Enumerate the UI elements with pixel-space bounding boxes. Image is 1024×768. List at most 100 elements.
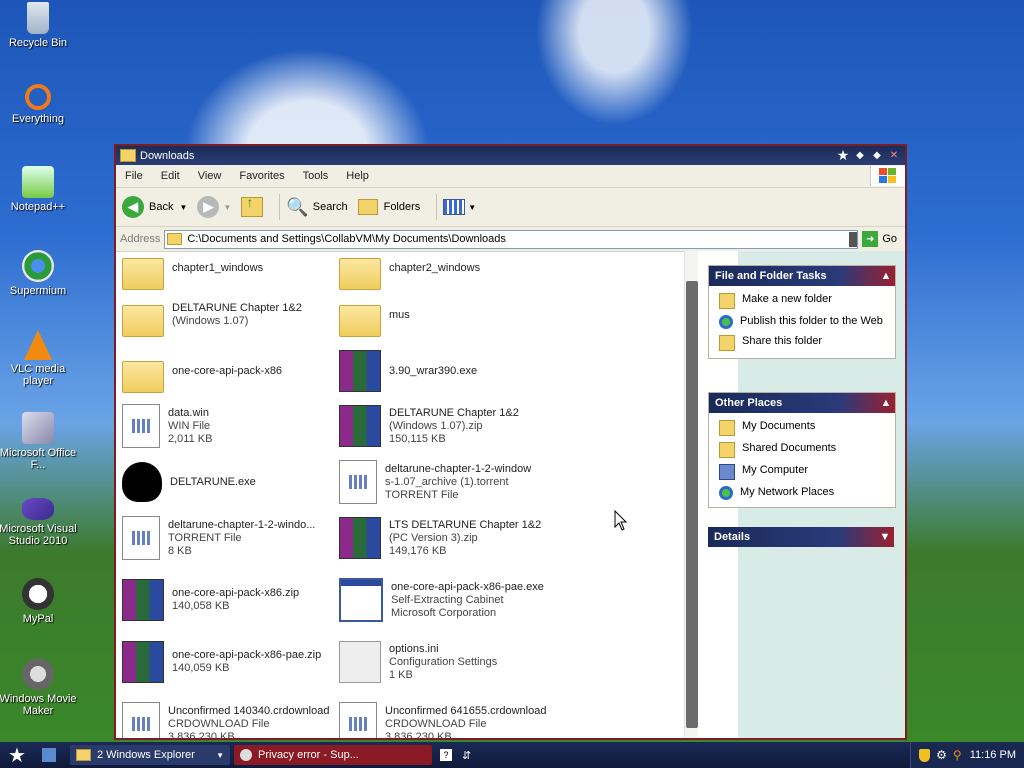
file-text: one-core-api-pack-x86-pae.zip 140,059 KB: [172, 649, 321, 675]
menu-help[interactable]: Help: [337, 170, 378, 182]
place-my-computer[interactable]: My Computer: [709, 461, 895, 483]
clock: 11:16 PM: [969, 749, 1016, 761]
menu-file[interactable]: File: [116, 170, 152, 182]
help-icon[interactable]: ?: [440, 749, 452, 761]
desktop-icon-notepadpp[interactable]: Notepad++: [0, 166, 78, 213]
file-text: options.ini Configuration Settings 1 KB: [389, 643, 497, 682]
everything-icon: [25, 84, 51, 110]
desktop-icon-movie-maker[interactable]: Windows Movie Maker: [0, 658, 78, 717]
panel-header[interactable]: File and Folder Tasks ▲: [709, 266, 895, 286]
folder-icon: [120, 149, 136, 162]
search-icon[interactable]: ⚲: [953, 748, 962, 762]
file-item[interactable]: Unconfirmed 641655.crdownload CRDOWNLOAD …: [339, 699, 554, 738]
file-item[interactable]: one-core-api-pack-x86-pae.zip 140,059 KB: [122, 637, 337, 687]
file-detail: 2,011 KB: [168, 432, 213, 445]
collapse-icon[interactable]: ▲: [877, 270, 895, 282]
desktop-icon-label: Supermium: [9, 285, 67, 297]
file-detail: Microsoft Corporation: [391, 606, 497, 619]
file-item[interactable]: mus: [339, 290, 554, 340]
file-name: deltarune-chapter-1-2-window: [385, 462, 532, 475]
dropdown-arrow-icon[interactable]: [849, 231, 858, 247]
place-my-documents[interactable]: My Documents: [709, 417, 895, 439]
file-item[interactable]: deltarune-chapter-1-2-windo... TORRENT Fi…: [122, 513, 337, 563]
go-button[interactable]: ➜ Go: [862, 231, 897, 247]
chevron-down-icon[interactable]: ▼: [179, 203, 187, 212]
desktop-icon-mypal[interactable]: MyPal: [0, 578, 78, 625]
file-name: one-core-api-pack-x86.zip: [172, 587, 300, 599]
forward-arrow-icon: ▶: [197, 196, 220, 218]
desktop-icon-recycle-bin[interactable]: Recycle Bin: [0, 2, 78, 49]
task-share-folder[interactable]: Share this folder: [709, 332, 895, 354]
heart-file-icon: [122, 462, 162, 502]
panel-title: Details: [714, 531, 751, 543]
menu-tools[interactable]: Tools: [294, 170, 338, 182]
chevron-down-icon[interactable]: ▼: [223, 203, 231, 212]
file-item[interactable]: LTS DELTARUNE Chapter 1&2 (PC Version 3).…: [339, 513, 554, 563]
file-item[interactable]: 3.90_wrar390.exe: [339, 346, 554, 396]
panel-header[interactable]: Details ▼: [708, 527, 894, 547]
file-detail: 140,058 KB: [172, 600, 230, 612]
desktop-icon-office[interactable]: Microsoft Office F...: [0, 412, 78, 471]
address-input[interactable]: C:\Documents and Settings\CollabVM\My Do…: [164, 229, 859, 249]
place-label: My Network Places: [740, 486, 835, 498]
address-label: Address: [120, 233, 161, 245]
file-item[interactable]: DELTARUNE Chapter 1&2 (Windows 1.07): [122, 290, 337, 340]
minimize-button[interactable]: ◆: [853, 149, 867, 163]
file-detail: s-1.07_archive (1).torrent: [385, 475, 509, 488]
file-item[interactable]: deltarune-chapter-1-2-window s-1.07_archi…: [339, 457, 554, 507]
file-text: LTS DELTARUNE Chapter 1&2 (PC Version 3).…: [389, 519, 541, 558]
expand-icon[interactable]: ▼: [876, 531, 894, 543]
folders-button[interactable]: Folders: [357, 199, 420, 215]
collapse-icon[interactable]: ▲: [877, 397, 895, 409]
maximize-button[interactable]: ◆: [870, 149, 884, 163]
file-name: data.win: [168, 406, 209, 419]
desktop-icon-visual-studio[interactable]: Microsoft Visual Studio 2010: [0, 498, 78, 547]
close-button[interactable]: ✕: [887, 149, 901, 163]
menu-view[interactable]: View: [189, 170, 231, 182]
menu-edit[interactable]: Edit: [152, 170, 189, 182]
forward-button[interactable]: ▶ ▼: [197, 196, 231, 218]
file-item[interactable]: chapter2_windows: [339, 251, 554, 293]
file-item[interactable]: options.ini Configuration Settings 1 KB: [339, 637, 554, 687]
share-folder-icon: [719, 335, 735, 351]
file-item[interactable]: DELTARUNE.exe: [122, 457, 337, 507]
vertical-scrollbar[interactable]: [684, 251, 699, 738]
menu-favorites[interactable]: Favorites: [230, 170, 293, 182]
place-shared-documents[interactable]: Shared Documents: [709, 439, 895, 461]
place-label: My Computer: [742, 464, 809, 476]
settings-gear-icon[interactable]: ⚙: [936, 748, 947, 762]
quick-launch-icon[interactable]: ⇵: [462, 749, 471, 762]
file-text: DELTARUNE.exe: [170, 476, 256, 489]
views-icon: [443, 199, 466, 215]
file-item[interactable]: one-core-api-pack-x86-pae.exe Self-Extrac…: [339, 575, 554, 625]
file-item[interactable]: chapter1_windows: [122, 251, 337, 293]
file-item[interactable]: Unconfirmed 140340.crdownload CRDOWNLOAD …: [122, 699, 337, 738]
desktop-icon-supermium[interactable]: Supermium: [0, 250, 78, 297]
file-detail: (Windows 1.07).zip: [389, 419, 483, 432]
place-my-network[interactable]: My Network Places: [709, 483, 895, 503]
scrollbar-thumb[interactable]: [686, 281, 698, 728]
star-icon: ★: [836, 147, 850, 163]
task-make-new-folder[interactable]: Make a new folder: [709, 290, 895, 312]
taskbar-explorer-group[interactable]: 2 Windows Explorer ▼: [70, 745, 230, 765]
start-button[interactable]: ★: [0, 742, 34, 768]
desktop-icon-everything[interactable]: Everything: [0, 84, 78, 125]
desktop-icon-vlc[interactable]: VLC media player: [0, 330, 78, 387]
back-button[interactable]: ◀ Back ▼: [122, 196, 187, 218]
file-detail: TORRENT File: [168, 531, 242, 544]
file-item[interactable]: data.win WIN File 2,011 KB: [122, 401, 337, 451]
taskbar-browser[interactable]: Privacy error - Sup...: [234, 745, 432, 765]
title-bar[interactable]: Downloads ★ ◆ ◆ ✕: [116, 146, 905, 165]
up-folder-button[interactable]: ↑: [241, 194, 264, 217]
show-desktop-icon[interactable]: [42, 748, 56, 762]
task-publish-folder[interactable]: Publish this folder to the Web: [709, 312, 895, 332]
desktop-icon-label: VLC media player: [10, 363, 66, 387]
views-button[interactable]: ▼: [443, 199, 476, 215]
search-button[interactable]: 🔍 Search: [286, 197, 347, 218]
panel-header[interactable]: Other Places ▲: [709, 393, 895, 413]
file-item[interactable]: one-core-api-pack-x86.zip 140,058 KB: [122, 575, 337, 625]
chevron-down-icon: ▼: [216, 750, 224, 760]
file-item[interactable]: one-core-api-pack-x86: [122, 346, 337, 396]
file-item[interactable]: DELTARUNE Chapter 1&2 (Windows 1.07).zip 1…: [339, 401, 554, 451]
security-shield-icon[interactable]: [919, 748, 931, 762]
